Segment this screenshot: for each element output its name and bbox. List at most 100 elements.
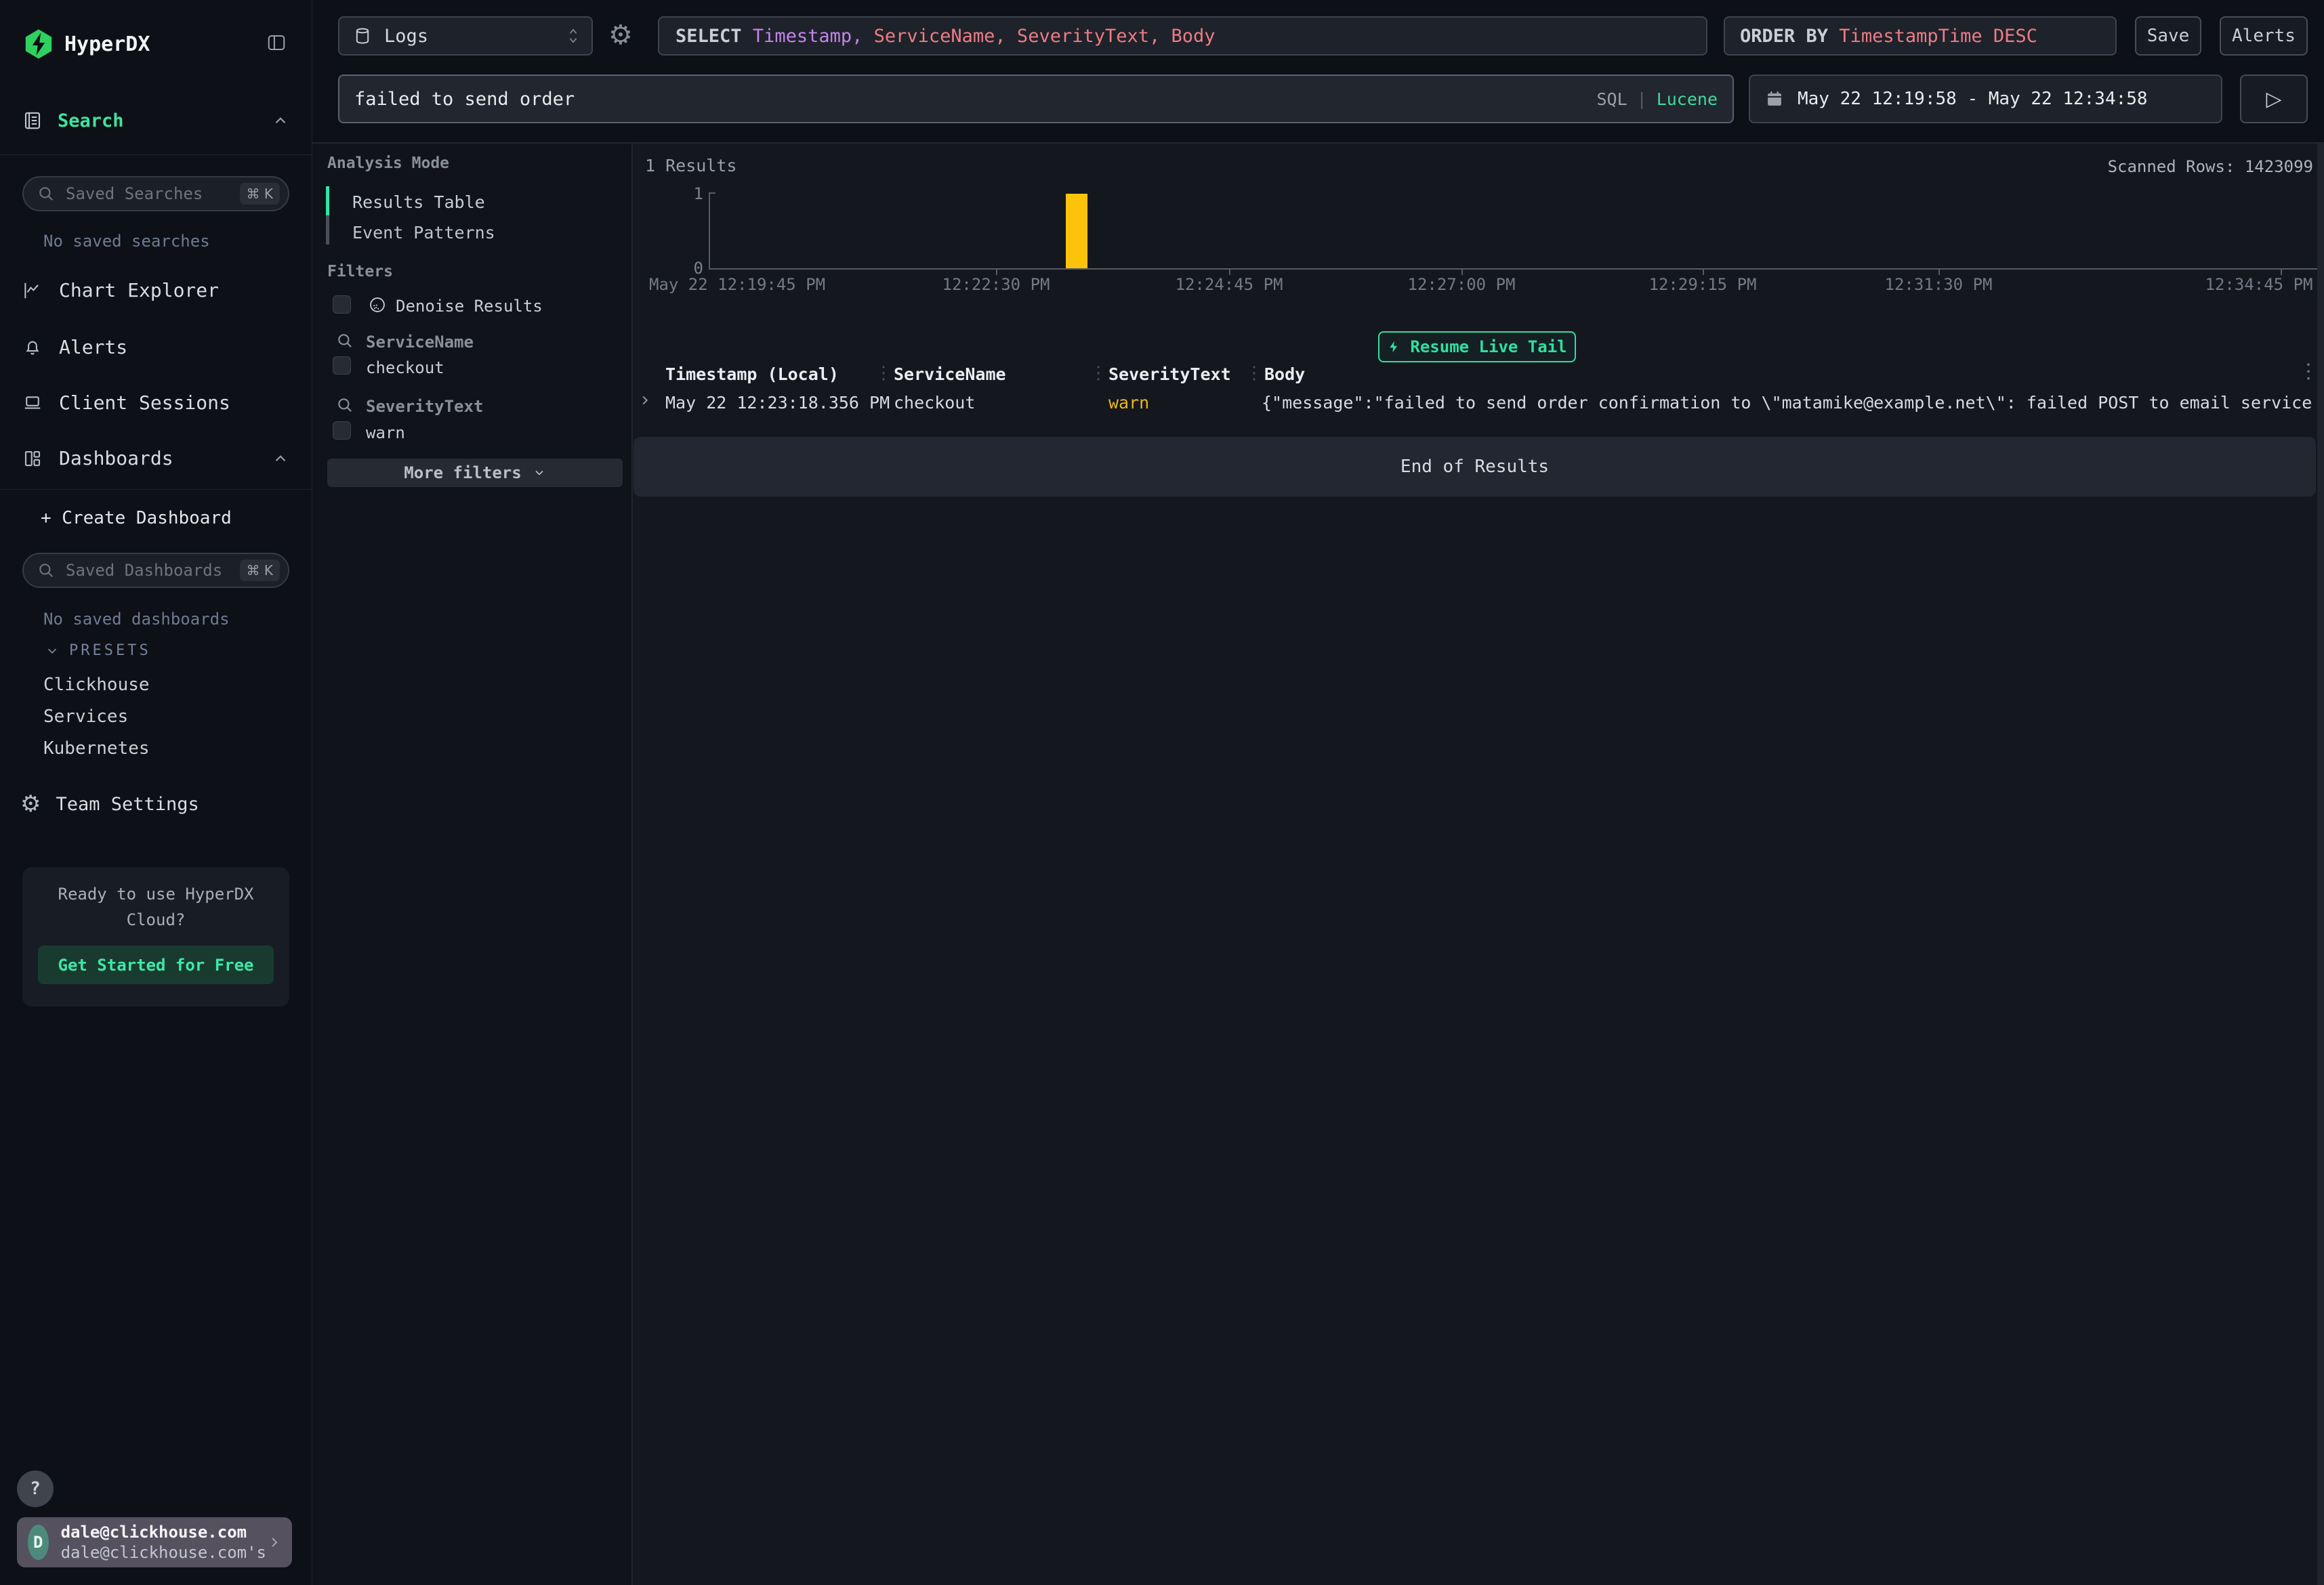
facet-name-severitytext[interactable]: SeverityText bbox=[366, 397, 483, 416]
search-icon bbox=[336, 332, 354, 350]
saved-searches-placeholder: Saved Searches bbox=[66, 184, 203, 203]
lucene-mode-toggle[interactable]: Lucene bbox=[1657, 89, 1718, 109]
source-label: Logs bbox=[384, 26, 428, 47]
dashboard-grid-icon bbox=[22, 448, 43, 469]
run-query-button[interactable]: ▷ bbox=[2240, 75, 2308, 123]
sidebar-item-label: Dashboards bbox=[59, 447, 173, 469]
search-query-input[interactable]: failed to send order SQL | Lucene bbox=[338, 75, 1734, 123]
y-tick-label-1: 1 bbox=[673, 184, 703, 203]
team-settings-label: Team Settings bbox=[56, 794, 199, 815]
facet-option-warn[interactable]: warn bbox=[366, 423, 405, 442]
table-row[interactable]: May 22 12:23:18.356 PM checkout warn {"m… bbox=[633, 387, 2320, 417]
col-header-severitytext[interactable]: SeverityText bbox=[1108, 364, 1231, 384]
facet-option-checkout[interactable]: checkout bbox=[366, 358, 444, 377]
cloud-promo-card: Ready to use HyperDX Cloud? Get Started … bbox=[22, 867, 289, 1007]
bell-icon bbox=[22, 337, 43, 358]
sidebar-item-client-sessions[interactable]: Client Sessions bbox=[22, 392, 230, 414]
sql-mode-toggle[interactable]: SQL bbox=[1596, 89, 1627, 109]
shortcut-badge: ⌘ K bbox=[240, 183, 280, 205]
x-tick bbox=[1229, 269, 1230, 275]
analysis-mode-label: Analysis Mode bbox=[327, 154, 449, 172]
order-by-input[interactable]: ORDER BY TimestampTime DESC bbox=[1724, 16, 2117, 56]
more-filters-label: More filters bbox=[404, 463, 521, 482]
cloud-promo-line2: Cloud? bbox=[22, 910, 289, 929]
presets-toggle[interactable]: PRESETS bbox=[45, 642, 151, 659]
chevron-down-icon bbox=[533, 466, 546, 480]
scrollbar-track[interactable] bbox=[2317, 144, 2324, 1585]
shortcut-badge: ⌘ K bbox=[240, 559, 280, 581]
column-resize-handle[interactable]: ⋮ bbox=[875, 364, 892, 382]
user-profile-card[interactable]: D dale@clickhouse.com dale@clickhouse.co… bbox=[17, 1517, 292, 1567]
filters-label: Filters bbox=[327, 263, 393, 280]
hyperdx-app: HyperDX Search Saved Searches ⌘ K No sav… bbox=[0, 0, 2324, 1585]
presets-label: PRESETS bbox=[69, 642, 151, 659]
saved-dashboards-input[interactable]: Saved Dashboards ⌘ K bbox=[22, 553, 289, 588]
col-header-servicename[interactable]: ServiceName bbox=[894, 364, 1006, 384]
cell-servicename: checkout bbox=[894, 393, 975, 413]
sidebar-item-alerts[interactable]: Alerts bbox=[22, 336, 127, 358]
x-tick bbox=[2281, 269, 2282, 275]
logo[interactable]: HyperDX bbox=[22, 27, 150, 61]
x-tick-label: 12:22:30 PM bbox=[942, 275, 1050, 294]
x-tick bbox=[1938, 269, 1940, 275]
facet-name-servicename[interactable]: ServiceName bbox=[366, 333, 474, 352]
resume-live-tail-label: Resume Live Tail bbox=[1410, 337, 1566, 356]
get-started-button[interactable]: Get Started for Free bbox=[38, 946, 274, 984]
date-range-value: May 22 12:19:58 - May 22 12:34:58 bbox=[1798, 89, 2148, 109]
help-button[interactable]: ? bbox=[17, 1471, 54, 1507]
resume-live-tail-button[interactable]: Resume Live Tail bbox=[1378, 331, 1576, 362]
sidebar-item-search[interactable]: Search bbox=[22, 110, 289, 131]
gear-icon: ⚙ bbox=[20, 792, 41, 816]
tab-results-table[interactable]: Results Table bbox=[352, 192, 485, 212]
saved-searches-input[interactable]: Saved Searches ⌘ K bbox=[22, 176, 289, 211]
order-by-value: TimestampTime DESC bbox=[1828, 26, 2037, 47]
column-resize-handle[interactable]: ⋮ bbox=[1245, 364, 1263, 382]
source-selector[interactable]: Logs bbox=[338, 16, 593, 56]
sidebar-item-chart-explorer[interactable]: Chart Explorer bbox=[22, 279, 219, 301]
sidebar: HyperDX Search Saved Searches ⌘ K No sav… bbox=[0, 0, 312, 1585]
search-icon bbox=[336, 396, 354, 414]
tab-event-patterns[interactable]: Event Patterns bbox=[352, 223, 495, 242]
search-section-icon bbox=[22, 110, 43, 131]
select-query-input[interactable]: SELECT Timestamp, ServiceName, SeverityT… bbox=[658, 16, 1707, 56]
more-filters-button[interactable]: More filters bbox=[327, 459, 623, 487]
preset-item-kubernetes[interactable]: Kubernetes bbox=[43, 738, 150, 759]
alerts-button[interactable]: Alerts bbox=[2220, 16, 2308, 56]
hyperdx-logo-icon bbox=[22, 27, 55, 61]
user-email: dale@clickhouse.com bbox=[61, 1523, 266, 1542]
select-chevrons-icon bbox=[566, 26, 581, 46]
cell-body: {"message":"failed to send order confirm… bbox=[1262, 393, 2316, 413]
sql-keyword: SELECT bbox=[676, 26, 742, 47]
sidebar-item-dashboards[interactable]: Dashboards bbox=[22, 447, 289, 469]
save-button[interactable]: Save bbox=[2135, 16, 2201, 56]
col-header-timestamp[interactable]: Timestamp (Local) bbox=[665, 364, 839, 384]
date-range-picker[interactable]: May 22 12:19:58 - May 22 12:34:58 bbox=[1749, 75, 2222, 123]
create-dashboard-button[interactable]: + Create Dashboard bbox=[41, 508, 232, 528]
sidebar-item-team-settings[interactable]: ⚙ Team Settings bbox=[20, 792, 199, 816]
preset-item-services[interactable]: Services bbox=[43, 706, 128, 727]
preset-item-clickhouse[interactable]: Clickhouse bbox=[43, 675, 150, 695]
scanned-rows: Scanned Rows: 1423099 bbox=[1965, 157, 2313, 176]
query-settings-gear-icon[interactable]: ⚙ bbox=[608, 22, 633, 49]
x-tick-label: 12:27:00 PM bbox=[1408, 275, 1516, 294]
saved-dashboards-placeholder: Saved Dashboards bbox=[66, 561, 222, 580]
table-options-kebab-icon[interactable]: ⋮ bbox=[2298, 362, 2319, 382]
tab-inactive-indicator bbox=[326, 215, 329, 245]
chart-line-icon bbox=[22, 280, 43, 301]
row-expand-chevron-icon[interactable] bbox=[638, 393, 652, 408]
no-saved-dashboards-text: No saved dashboards bbox=[43, 610, 230, 629]
facet-checkbox-checkout[interactable] bbox=[333, 356, 351, 375]
facet-checkbox-warn[interactable] bbox=[333, 421, 351, 440]
x-tick-label: 12:29:15 PM bbox=[1649, 275, 1757, 294]
collapse-sidebar-icon[interactable] bbox=[266, 33, 287, 53]
app-title: HyperDX bbox=[64, 33, 150, 56]
chevron-up-icon[interactable] bbox=[272, 450, 289, 467]
end-of-results-bar: End of Results bbox=[634, 437, 2316, 496]
chevron-up-icon[interactable] bbox=[272, 112, 289, 129]
col-header-body[interactable]: Body bbox=[1264, 364, 1305, 384]
results-histogram: 1 0 May 22 12:19:45 PM 12:22:30 PM 12:24… bbox=[633, 183, 2324, 291]
column-resize-handle[interactable]: ⋮ bbox=[1090, 364, 1107, 382]
denoise-label[interactable]: Denoise Results bbox=[396, 297, 543, 316]
denoise-checkbox[interactable] bbox=[333, 295, 351, 314]
histogram-bar[interactable] bbox=[1066, 194, 1087, 268]
